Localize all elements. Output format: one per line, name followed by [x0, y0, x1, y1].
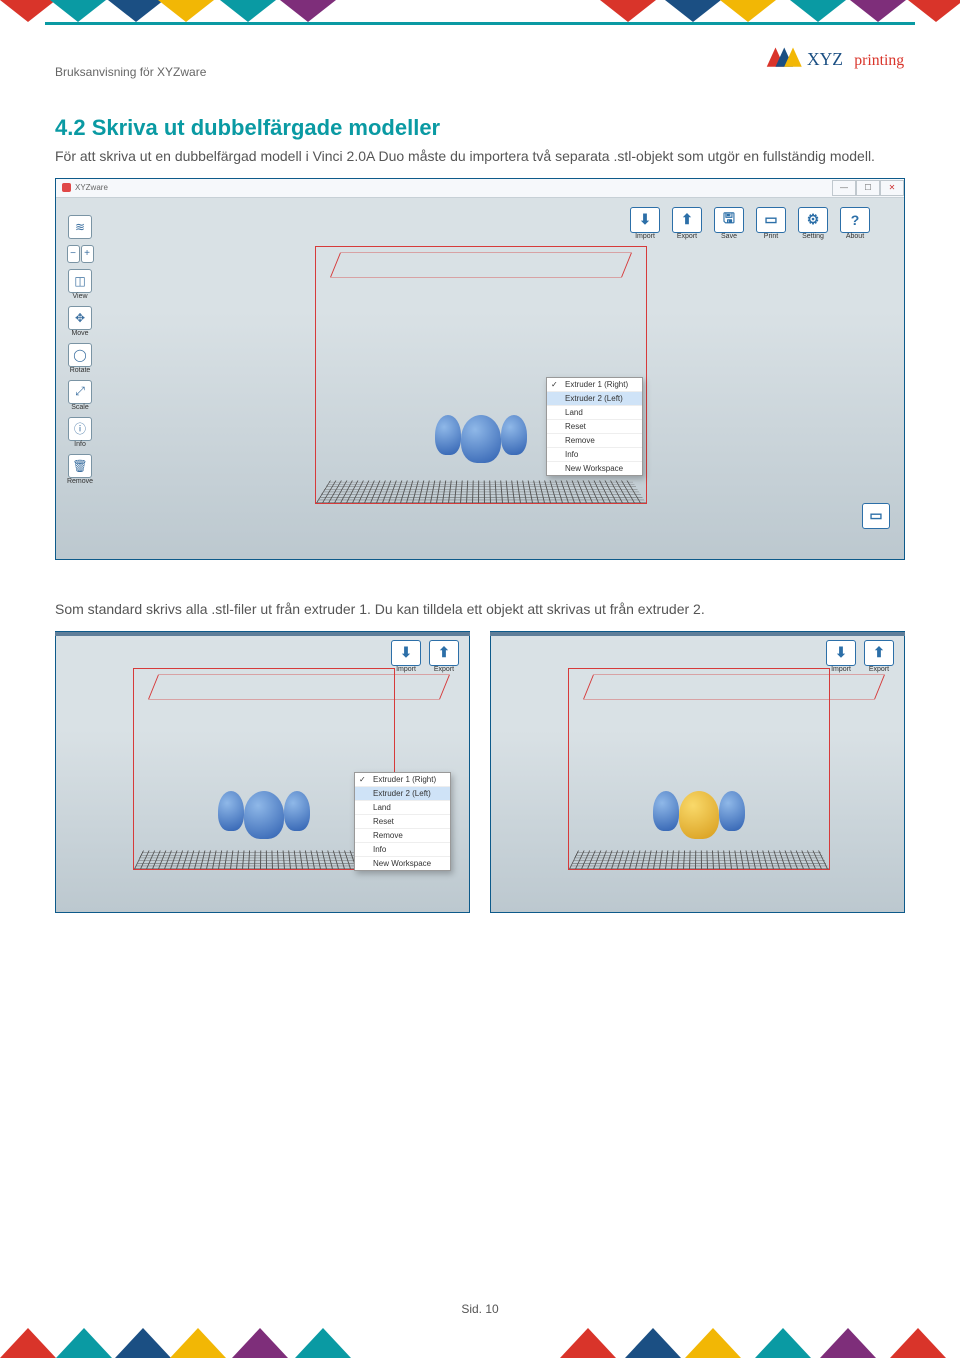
top-tool-Export[interactable]: ⬆Export — [862, 640, 896, 673]
build-volume-right — [568, 656, 828, 876]
left-tool-pair[interactable]: −+ — [66, 245, 94, 263]
menu-item-extruder-1-(right)[interactable]: Extruder 1 (Right) — [547, 378, 642, 391]
top-tool-Export[interactable]: ⬆Export — [427, 640, 461, 673]
app-icon — [62, 183, 71, 192]
menu-item-remove[interactable]: Remove — [355, 828, 450, 842]
top-toolbar-left: ⬇Import⬆Export — [389, 640, 461, 673]
model-group-mixed[interactable] — [653, 791, 745, 839]
left-tool-Rotate[interactable]: ◯Rotate — [66, 343, 94, 374]
menu-item-new-workspace[interactable]: New Workspace — [355, 856, 450, 870]
top-tool-Setting[interactable]: ⚙Setting — [794, 207, 832, 240]
svg-text:printing: printing — [854, 52, 904, 69]
menu-item-extruder-2-(left)[interactable]: Extruder 2 (Left) — [547, 391, 642, 405]
svg-text:XYZ: XYZ — [807, 49, 843, 69]
doc-reference: Bruksanvisning för XYZware — [55, 65, 206, 79]
window-controls: — ☐ ✕ — [832, 180, 904, 196]
left-toolbar: ≋ −+ ◫View ✥Move ◯Rotate ⤢Scale ⓘInfo 🗑Remove — [66, 215, 94, 485]
left-tool-View[interactable]: ◫View — [66, 269, 94, 300]
left-tool-Info[interactable]: ⓘInfo — [66, 417, 94, 448]
menu-item-info[interactable]: Info — [547, 447, 642, 461]
menu-item-extruder-1-(right)[interactable]: Extruder 1 (Right) — [355, 773, 450, 786]
minimize-icon[interactable]: — — [832, 180, 856, 196]
top-tool-Print[interactable]: ▭Print — [752, 207, 790, 240]
xyzprinting-logo: XYZ printing — [765, 37, 905, 79]
menu-item-reset[interactable]: Reset — [547, 419, 642, 433]
window-titlebar: XYZware — ☐ ✕ — [56, 179, 904, 198]
build-plate-grid — [316, 481, 646, 503]
left-tool-Move[interactable]: ✥Move — [66, 306, 94, 337]
model-group-blue-small[interactable] — [218, 791, 310, 839]
left-tool-≋[interactable]: ≋ — [66, 215, 94, 239]
menu-item-new-workspace[interactable]: New Workspace — [547, 461, 642, 475]
context-menu-left[interactable]: Extruder 1 (Right)Extruder 2 (Left)LandR… — [354, 772, 451, 871]
screenshot-pair: ⬇Import⬆Export Extruder 1 (Right)Extrude… — [55, 631, 905, 913]
top-toolbar-right: ⬇Import⬆Export — [824, 640, 896, 673]
mid-paragraph: Som standard skrivs alla .stl-filer ut f… — [55, 600, 905, 619]
menu-item-info[interactable]: Info — [355, 842, 450, 856]
section-heading: 4.2 Skriva ut dubbelfärgade modeller — [55, 115, 905, 141]
window-title: XYZware — [75, 183, 108, 192]
left-tool-Scale[interactable]: ⤢Scale — [66, 380, 94, 411]
screenshot-right: ⬇Import⬆Export — [490, 631, 905, 913]
intro-paragraph: För att skriva ut en dubbelfärgad modell… — [55, 147, 905, 166]
menu-item-remove[interactable]: Remove — [547, 433, 642, 447]
close-icon[interactable]: ✕ — [880, 180, 904, 196]
screenshot-xyzware-main: XYZware — ☐ ✕ ≋ −+ ◫View ✥Move ◯Rotate ⤢Scale… — [55, 178, 905, 560]
screenshot-left: ⬇Import⬆Export Extruder 1 (Right)Extrude… — [55, 631, 470, 913]
menu-item-land[interactable]: Land — [547, 405, 642, 419]
decorative-triangle-border-bottom — [0, 1328, 960, 1358]
top-tool-About[interactable]: ?About — [836, 207, 874, 240]
context-menu[interactable]: Extruder 1 (Right)Extruder 2 (Left)LandR… — [546, 377, 643, 476]
model-group-blue[interactable] — [435, 415, 527, 463]
top-tool-Save[interactable]: 🖫Save — [710, 207, 748, 240]
view-reset-button[interactable]: ▭ — [862, 503, 890, 529]
page-header: Bruksanvisning för XYZware XYZ printing — [0, 25, 960, 85]
menu-item-extruder-2-(left)[interactable]: Extruder 2 (Left) — [355, 786, 450, 800]
decorative-triangle-border-top — [0, 0, 960, 22]
left-tool-Remove[interactable]: 🗑Remove — [66, 454, 94, 485]
menu-item-land[interactable]: Land — [355, 800, 450, 814]
top-tool-Export[interactable]: ⬆Export — [668, 207, 706, 240]
maximize-icon[interactable]: ☐ — [856, 180, 880, 196]
page-number: Sid. 10 — [0, 1302, 960, 1316]
menu-item-reset[interactable]: Reset — [355, 814, 450, 828]
top-toolbar: ⬇Import⬆Export🖫Save▭Print⚙Setting?About — [626, 207, 874, 240]
